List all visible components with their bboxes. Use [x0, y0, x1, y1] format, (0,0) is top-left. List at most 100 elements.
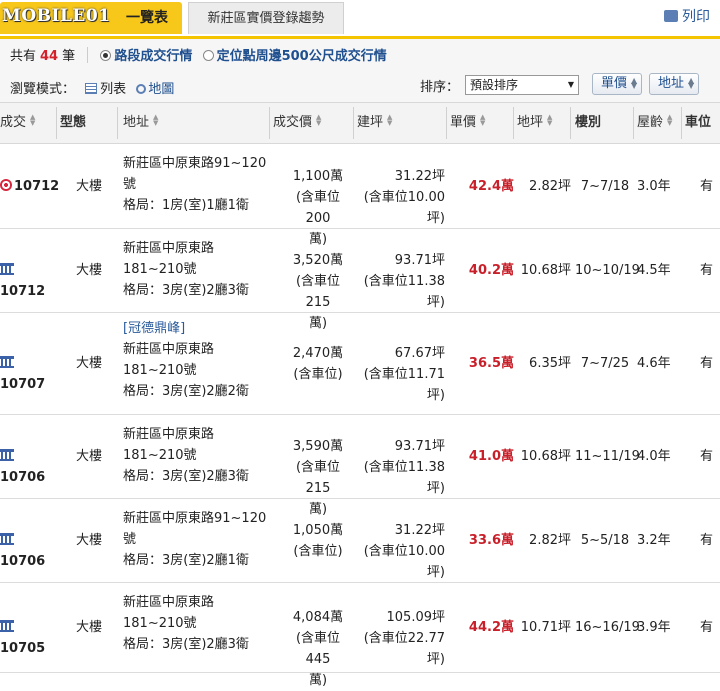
divider — [681, 107, 682, 139]
sort-unit-price-button[interactable]: 單價 ▲ ▼ — [592, 73, 642, 95]
bank-icon — [0, 533, 14, 545]
building-age: 3.2年 — [637, 533, 671, 548]
col-floor: 樓別 — [575, 115, 602, 130]
view-mode-row: 瀏覽模式： 列表 地圖 — [10, 78, 174, 97]
table-row[interactable]: 10707 大樓 [冠德鼎峰] 新莊區中原東路 181~210號 格局：3房(室)2廳2衛… — [0, 312, 720, 415]
building-type: 大樓 — [76, 533, 103, 548]
land-area: 2.82坪 — [529, 533, 571, 548]
deal-date: 10705 — [0, 617, 60, 659]
parking: 有 — [700, 533, 714, 548]
divider — [446, 107, 447, 139]
building-type: 大樓 — [76, 449, 103, 464]
address-line: 新莊區中原東路91~120 — [123, 511, 267, 526]
building-age: 4.6年 — [637, 356, 671, 371]
sort-land-label: 地址 — [658, 76, 685, 91]
building-area: 31.22坪 (含車位10.00 坪) — [363, 523, 445, 580]
building-type: 大樓 — [76, 620, 103, 635]
col-unit-price[interactable]: 單價 ▲ ▼ — [450, 103, 488, 143]
layout-text: 格局：3房(室)2廳3衛 — [123, 469, 249, 484]
deal-price: 4,084萬 (含車位445 萬) — [292, 610, 344, 688]
view-map-link[interactable]: 地圖 — [136, 82, 174, 97]
building-age: 3.9年 — [637, 620, 671, 635]
parking: 有 — [700, 263, 714, 278]
col-price[interactable]: 成交價 ▲ ▼ — [273, 103, 324, 143]
land-area: 10.71坪 — [520, 620, 571, 635]
address: 新莊區中原東路 181~210號 格局：3房(室)2廳3衛 — [123, 592, 273, 655]
col-deal[interactable]: 成交 ▲ ▼ — [0, 103, 38, 143]
address-line: 181~210號 — [123, 262, 197, 277]
col-age[interactable]: 屋齡 ▲ ▼ — [637, 103, 675, 143]
table-row[interactable]: 10712 大樓 新莊區中原東路 181~210號 格局：3房(室)2廳3衛 3,520萬… — [0, 228, 720, 331]
address: 新莊區中原東路 181~210號 格局：3房(室)2廳3衛 — [123, 424, 273, 487]
printer-icon — [664, 10, 678, 22]
parking: 有 — [700, 178, 714, 194]
building-area: 31.22坪 (含車位10.00 坪) — [363, 168, 445, 226]
table-row[interactable]: 10712 大樓 新莊區中原東路91~120 號格局：1房(室)1廳1衛 1,100萬(… — [0, 143, 720, 247]
col-land[interactable]: 地坪 ▲ ▼ — [517, 103, 555, 143]
table-row[interactable]: 10706 大樓 新莊區中原東路 181~210號 格局：3房(室)2廳3衛 3,590萬… — [0, 414, 720, 517]
col-area[interactable]: 建坪 ▲ ▼ — [357, 103, 395, 143]
sort-unit-price-label: 單價 — [601, 76, 628, 91]
address-line: 181~210號 — [123, 616, 197, 631]
bank-icon — [0, 620, 14, 632]
sort-icon: ▲ ▼ — [153, 113, 159, 127]
radio-radius[interactable] — [202, 50, 214, 61]
building-type: 大樓 — [76, 356, 103, 371]
result-count: 44 — [40, 49, 59, 64]
mobile01-logo: MOBILE01 — [2, 6, 111, 26]
table-row[interactable]: 10705 大樓 新莊區中原東路 181~210號 格局：3房(室)2廳3衛 4,084萬… — [0, 582, 720, 688]
divider — [269, 107, 270, 139]
divider — [117, 107, 118, 139]
address: [冠德鼎峰] 新莊區中原東路 181~210號 格局：3房(室)2廳2衛 — [123, 318, 273, 402]
sort-icon: ▲ ▼ — [316, 113, 322, 127]
option-radius[interactable]: 定位點周邊500公尺成交行情 — [217, 49, 387, 64]
deal-price: 2,470萬 (含車位) — [292, 346, 344, 382]
summary-row: 共有 44 筆 路段成交行情 定位點周邊500公尺成交行情 — [10, 45, 393, 64]
building-type: 大樓 — [76, 263, 103, 278]
print-button[interactable]: 列印 — [664, 6, 710, 26]
deal-date: 10706 — [0, 530, 60, 572]
unit-price: 40.2萬 — [468, 263, 514, 278]
sort-icon: ▲ ▼ — [547, 113, 553, 127]
list-icon — [85, 83, 98, 94]
radio-road-selected[interactable] — [100, 50, 112, 61]
land-area: 10.68坪 — [520, 263, 571, 278]
address: 新莊區中原東路91~120 號格局：3房(室)2廳1衛 — [123, 508, 273, 571]
count-suffix: 筆 — [62, 49, 76, 64]
option-road[interactable]: 路段成交行情 — [114, 49, 192, 64]
deal-price: 1,050萬 (含車位) — [292, 523, 344, 559]
view-mode-label: 瀏覽模式： — [10, 82, 76, 97]
address-line: 號 — [123, 532, 137, 547]
building-age: 4.0年 — [637, 449, 671, 464]
col-address[interactable]: 地址 ▲ ▼ — [123, 103, 161, 143]
floor: 10~10/19 — [575, 263, 640, 278]
deal-date: 10706 — [0, 446, 60, 488]
unit-price: 36.5萬 — [468, 356, 514, 371]
view-list-link[interactable]: 列表 — [85, 82, 126, 97]
table-row[interactable]: 10706 大樓 新莊區中原東路91~120 號格局：3房(室)2廳1衛 1,050萬(… — [0, 498, 720, 583]
tab-trend[interactable]: 新莊區實價登錄趨勢 — [188, 2, 344, 34]
layout-text: 格局：3房(室)2廳2衛 — [123, 384, 249, 399]
address-line: 新莊區中原東路 — [123, 342, 215, 357]
divider — [513, 107, 514, 139]
address: 新莊區中原東路91~120 號格局：1房(室)1廳1衛 — [123, 153, 273, 216]
land-area: 6.35坪 — [529, 356, 571, 371]
address: 新莊區中原東路 181~210號 格局：3房(室)2廳3衛 — [123, 238, 273, 301]
address-line: 181~210號 — [123, 448, 197, 463]
table-header: 成交 ▲ ▼ 型態 地址 ▲ ▼ 成交價 ▲ ▼ 建坪 ▲ ▼ 單價 ▲ ▼ 地坪 ▲ ▼ 樓別 屋齡 ▲… — [0, 102, 720, 144]
col-parking: 車位 — [685, 115, 712, 130]
sort-label: 排序： — [420, 80, 460, 95]
view-map-label: 地圖 — [148, 82, 175, 97]
community-tag[interactable]: [冠德鼎峰] — [123, 318, 273, 339]
tab-list[interactable]: MOBILE01 一覽表 — [0, 2, 182, 34]
sort-icon: ▲ ▼ — [30, 113, 36, 127]
sort-land-button[interactable]: 地址 ▲ ▼ — [649, 73, 699, 95]
address-line: 新莊區中原東路 — [123, 241, 215, 256]
unit-price: 42.4萬 — [468, 178, 514, 194]
land-area: 2.82坪 — [529, 178, 571, 194]
sort-arrows-icon: ▲ ▼ — [688, 76, 695, 90]
sort-arrows-icon: ▲ ▼ — [631, 76, 638, 90]
unit-price: 44.2萬 — [468, 620, 514, 635]
address-line: 號 — [123, 177, 137, 192]
sort-select[interactable]: 預設排序 — [465, 75, 579, 95]
